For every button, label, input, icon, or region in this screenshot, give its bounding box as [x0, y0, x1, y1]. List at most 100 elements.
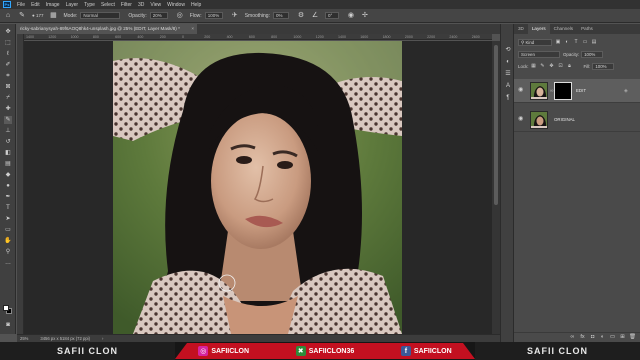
new-layer-icon[interactable]: ⊞	[619, 334, 626, 341]
smoothing-settings-icon[interactable]: ⚙	[297, 12, 305, 20]
crop-tool-icon[interactable]: ⌗	[4, 72, 12, 80]
flow-field[interactable]: 100%	[204, 12, 223, 19]
brush-tool-icon[interactable]: ✎	[4, 116, 12, 124]
layer-opacity-field[interactable]: 100%	[581, 50, 604, 58]
filter-pixel-icon[interactable]: ▣	[555, 39, 561, 45]
canvas-area[interactable]	[24, 41, 492, 334]
tab-layers[interactable]: Layers	[527, 24, 550, 34]
filter-kind-select[interactable]: ⚲ Kind	[518, 38, 552, 46]
vertical-scrollbar[interactable]	[492, 41, 500, 334]
status-arrow-icon[interactable]: ›	[102, 336, 103, 341]
quick-select-tool-icon[interactable]: ✐	[4, 61, 12, 69]
gradient-tool-icon[interactable]: ▤	[4, 160, 12, 168]
blur-tool-icon[interactable]: ◆	[4, 171, 12, 179]
pressure-opacity-icon[interactable]: ◎	[176, 12, 184, 20]
ruler-vertical[interactable]	[17, 34, 24, 334]
history-icon[interactable]: ⟲	[504, 46, 512, 54]
link-layers-icon[interactable]: ∞	[569, 334, 576, 341]
menu-view[interactable]: View	[150, 2, 161, 8]
menu-help[interactable]: Help	[191, 2, 201, 8]
filter-shape-icon[interactable]: ▭	[582, 39, 588, 45]
menu-edit[interactable]: Edit	[31, 2, 40, 8]
filter-adjustment-icon[interactable]: ◐	[564, 39, 570, 45]
brush-preset-icon[interactable]: ✎	[18, 12, 26, 20]
hand-tool-icon[interactable]: ✋	[4, 237, 12, 245]
character-icon[interactable]: A	[504, 82, 512, 90]
properties-icon[interactable]: ☰	[504, 70, 512, 78]
fill-field[interactable]: 100%	[592, 62, 615, 70]
airbrush-icon[interactable]: ✈	[231, 12, 239, 20]
eyedropper-tool-icon[interactable]: ⌿	[4, 94, 12, 102]
move-tool-icon[interactable]: ✥	[4, 28, 12, 36]
document-tab[interactable]: ricky-sabrianysyah-89f6AOQ8hk4-unsplash.…	[17, 24, 197, 34]
ruler-horizontal[interactable]: 1400 1200 1000 800 600 400 200 0 200 400 600 800 100…	[24, 34, 492, 40]
path-selection-tool-icon[interactable]: ➤	[4, 215, 12, 223]
clone-stamp-tool-icon[interactable]: ⊥	[4, 127, 12, 135]
home-icon[interactable]: ⌂	[4, 12, 12, 20]
layer-thumbnail[interactable]	[530, 111, 548, 129]
filter-type-icon[interactable]: T	[573, 39, 579, 45]
zoom-level[interactable]: 25%	[20, 336, 28, 341]
zoom-tool-icon[interactable]: ⚲	[4, 248, 12, 256]
layer-name[interactable]: EDIT	[576, 88, 586, 93]
scrollbar-thumb[interactable]	[494, 45, 498, 205]
menu-select[interactable]: Select	[101, 2, 115, 8]
angle-field[interactable]: 0°	[324, 12, 339, 19]
menu-file[interactable]: File	[17, 2, 25, 8]
rectangle-tool-icon[interactable]: ▭	[4, 226, 12, 234]
healing-brush-tool-icon[interactable]: ✚	[4, 105, 12, 113]
layer-style-icon[interactable]: fx	[579, 334, 586, 341]
tab-channels[interactable]: Channels	[550, 24, 577, 34]
history-brush-tool-icon[interactable]: ↺	[4, 138, 12, 146]
document-image[interactable]	[113, 41, 402, 334]
more-tools-icon[interactable]: …	[4, 259, 12, 267]
menu-3d[interactable]: 3D	[138, 2, 144, 8]
mode-select[interactable]: Normal	[80, 12, 121, 19]
lock-artboard-icon[interactable]: ⊡	[558, 63, 564, 69]
menu-filter[interactable]: Filter	[121, 2, 132, 8]
eraser-tool-icon[interactable]: ◧	[4, 149, 12, 157]
layer-options-icon[interactable]: ◈	[624, 88, 628, 94]
menu-image[interactable]: Image	[46, 2, 60, 8]
brush-settings-icon[interactable]: ▦	[49, 12, 57, 20]
filter-smart-object-icon[interactable]: ▤	[591, 39, 597, 45]
opacity-field[interactable]: 20%	[149, 12, 168, 19]
adjustment-layer-icon[interactable]: ◐	[599, 334, 606, 341]
lock-all-icon[interactable]: 🔒︎	[567, 63, 573, 69]
brush-size-picker[interactable]: ● 177	[32, 12, 43, 20]
visibility-eye-icon[interactable]: ◉	[518, 87, 525, 94]
layer-thumbnail[interactable]	[530, 82, 548, 100]
lock-transparent-icon[interactable]: ▦	[531, 63, 537, 69]
visibility-eye-icon[interactable]: ◉	[518, 116, 525, 123]
symmetry-icon[interactable]: ✢	[361, 12, 369, 20]
paragraph-icon[interactable]: ¶	[504, 94, 512, 102]
angle-icon[interactable]: ∠	[311, 12, 319, 20]
menu-type[interactable]: Type	[84, 2, 95, 8]
add-mask-icon[interactable]: ◘	[589, 334, 596, 341]
pressure-size-icon[interactable]: ◉	[347, 12, 355, 20]
lock-image-icon[interactable]: ✎	[540, 63, 546, 69]
layer-row-original[interactable]: ◉ ORIGINAL	[514, 108, 640, 132]
pen-tool-icon[interactable]: ✒	[4, 193, 12, 201]
frame-tool-icon[interactable]: ⊠	[4, 83, 12, 91]
marquee-tool-icon[interactable]: ⬚	[4, 39, 12, 47]
type-tool-icon[interactable]: T	[4, 204, 12, 212]
layer-row-edit[interactable]: ◉ ∞ EDIT ◈	[514, 79, 640, 103]
lasso-tool-icon[interactable]: ℓ	[4, 50, 12, 58]
close-icon[interactable]: ×	[191, 24, 194, 34]
blend-mode-select[interactable]: Screen	[518, 50, 560, 58]
menu-window[interactable]: Window	[167, 2, 185, 8]
tab-paths[interactable]: Paths	[577, 24, 597, 34]
trash-icon[interactable]: 🗑︎	[629, 334, 636, 341]
layer-name[interactable]: ORIGINAL	[554, 117, 575, 122]
dodge-tool-icon[interactable]: ●	[4, 182, 12, 190]
tab-3d[interactable]: 3D	[514, 24, 528, 34]
adjustments-icon[interactable]: ◐	[504, 58, 512, 66]
foreground-color-swatch[interactable]	[3, 305, 9, 311]
new-group-icon[interactable]: ▭	[609, 334, 616, 341]
menu-layer[interactable]: Layer	[66, 2, 79, 8]
lock-position-icon[interactable]: ✥	[549, 63, 555, 69]
quick-mask-icon[interactable]: ◙	[4, 321, 12, 329]
smoothing-field[interactable]: 0%	[272, 12, 289, 19]
layer-mask-thumbnail[interactable]	[554, 82, 572, 100]
